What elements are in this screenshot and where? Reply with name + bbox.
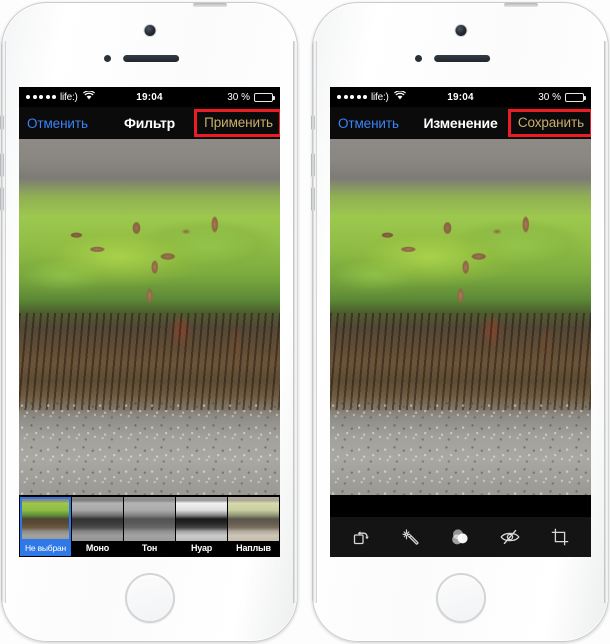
screenshot-stage: life:) 19:04 30 % Отменить Фильтр Примен…	[0, 0, 610, 644]
magic-wand-icon	[401, 527, 421, 547]
apply-button-highlight: Применить	[194, 107, 280, 139]
filter-thumbnail-image	[20, 497, 71, 541]
left-phone-device: life:) 19:04 30 % Отменить Фильтр Примен…	[0, 2, 298, 642]
rotate-button[interactable]	[345, 522, 377, 552]
earpiece-speaker-icon	[122, 55, 179, 62]
volume-down-button[interactable]	[0, 187, 4, 211]
filter-thumbnail-label: Не выбран	[20, 541, 71, 556]
filter-thumbnail-image	[228, 497, 279, 541]
filter-thumbnail-mono[interactable]: Моно	[72, 497, 123, 556]
mute-switch[interactable]	[311, 115, 315, 130]
filter-thumbnail-image	[176, 497, 227, 541]
volume-up-button[interactable]	[0, 153, 4, 177]
filter-thumbnail-image	[72, 497, 123, 541]
right-phone-top-sensors	[313, 25, 608, 71]
filter-thumbnail-tonal[interactable]: Тон	[124, 497, 175, 556]
status-bar-right: 30 %	[227, 91, 275, 103]
edit-canvas-letterbox	[330, 495, 591, 517]
volume-down-button[interactable]	[311, 187, 315, 211]
filter-thumbnail-noir[interactable]: Нуар	[176, 497, 227, 556]
filters-icon	[449, 526, 471, 548]
photo-image	[330, 139, 591, 495]
left-phone-side-rail-right	[293, 41, 298, 603]
volume-up-button[interactable]	[311, 153, 315, 177]
status-bar: life:) 19:04 30 %	[330, 87, 591, 107]
battery-percent-label: 30 %	[538, 91, 561, 103]
battery-icon	[254, 92, 275, 102]
save-button[interactable]: Сохранить	[507, 109, 591, 137]
filter-thumbnail-none[interactable]: Не выбран	[20, 497, 71, 556]
right-phone-screen: life:) 19:04 30 % Отменить Изменение Сох…	[330, 87, 591, 557]
filter-thumbnail-fade[interactable]: Наплыв	[228, 497, 279, 556]
left-phone-top-sensors	[2, 25, 297, 71]
cancel-button[interactable]: Отменить	[330, 116, 399, 131]
status-bar: life:) 19:04 30 %	[19, 87, 280, 107]
carrier-label: life:)	[371, 91, 389, 103]
signal-strength-icon	[26, 95, 56, 99]
photo-preview[interactable]	[19, 139, 280, 495]
proximity-sensor-icon	[415, 55, 422, 62]
carrier-label: life:)	[60, 91, 78, 103]
left-phone-screen: life:) 19:04 30 % Отменить Фильтр Примен…	[19, 87, 280, 557]
red-eye-icon	[499, 527, 521, 547]
photo-image	[19, 139, 280, 495]
front-camera-icon	[455, 25, 466, 36]
status-bar-right: 30 %	[538, 91, 586, 103]
filter-thumbnail-label: Моно	[72, 541, 123, 556]
filter-thumbnail-image	[124, 497, 175, 541]
photo-preview[interactable]	[330, 139, 591, 495]
mute-switch[interactable]	[0, 115, 4, 130]
filter-thumbnail-label: Тон	[124, 541, 175, 556]
right-phone-side-rail-right	[604, 41, 609, 603]
power-button[interactable]	[504, 3, 538, 7]
edit-screen-navbar: Отменить Изменение Сохранить	[330, 107, 591, 139]
filter-thumbnail-label: Наплыв	[228, 541, 279, 556]
filter-screen-navbar: Отменить Фильтр Применить	[19, 107, 280, 139]
home-button[interactable]	[124, 573, 175, 623]
wifi-icon	[82, 90, 95, 103]
filter-thumbnail-label: Нуар	[176, 541, 227, 556]
power-button[interactable]	[193, 3, 227, 7]
battery-percent-label: 30 %	[227, 91, 250, 103]
battery-icon	[565, 92, 586, 102]
cancel-button[interactable]: Отменить	[19, 116, 88, 131]
filter-filmstrip[interactable]: Не выбран Моно Тон Нуар Наплыв	[19, 495, 280, 557]
apply-button[interactable]: Применить	[194, 109, 280, 137]
wifi-icon	[393, 90, 406, 103]
red-eye-button[interactable]	[494, 522, 526, 552]
edit-toolbar[interactable]	[330, 517, 591, 557]
proximity-sensor-icon	[104, 55, 111, 62]
home-button[interactable]	[435, 573, 486, 623]
phone-gap	[298, 0, 312, 644]
signal-strength-icon	[337, 95, 367, 99]
crop-icon	[550, 527, 570, 547]
crop-button[interactable]	[544, 522, 576, 552]
earpiece-speaker-icon	[433, 55, 490, 62]
status-bar-left: life:)	[26, 90, 95, 103]
filters-button[interactable]	[444, 522, 476, 552]
rotate-icon	[351, 527, 371, 547]
status-bar-left: life:)	[337, 90, 406, 103]
auto-enhance-button[interactable]	[395, 522, 427, 552]
save-button-highlight: Сохранить	[507, 107, 591, 139]
front-camera-icon	[144, 25, 155, 36]
right-phone-device: life:) 19:04 30 % Отменить Изменение Сох…	[311, 2, 609, 642]
